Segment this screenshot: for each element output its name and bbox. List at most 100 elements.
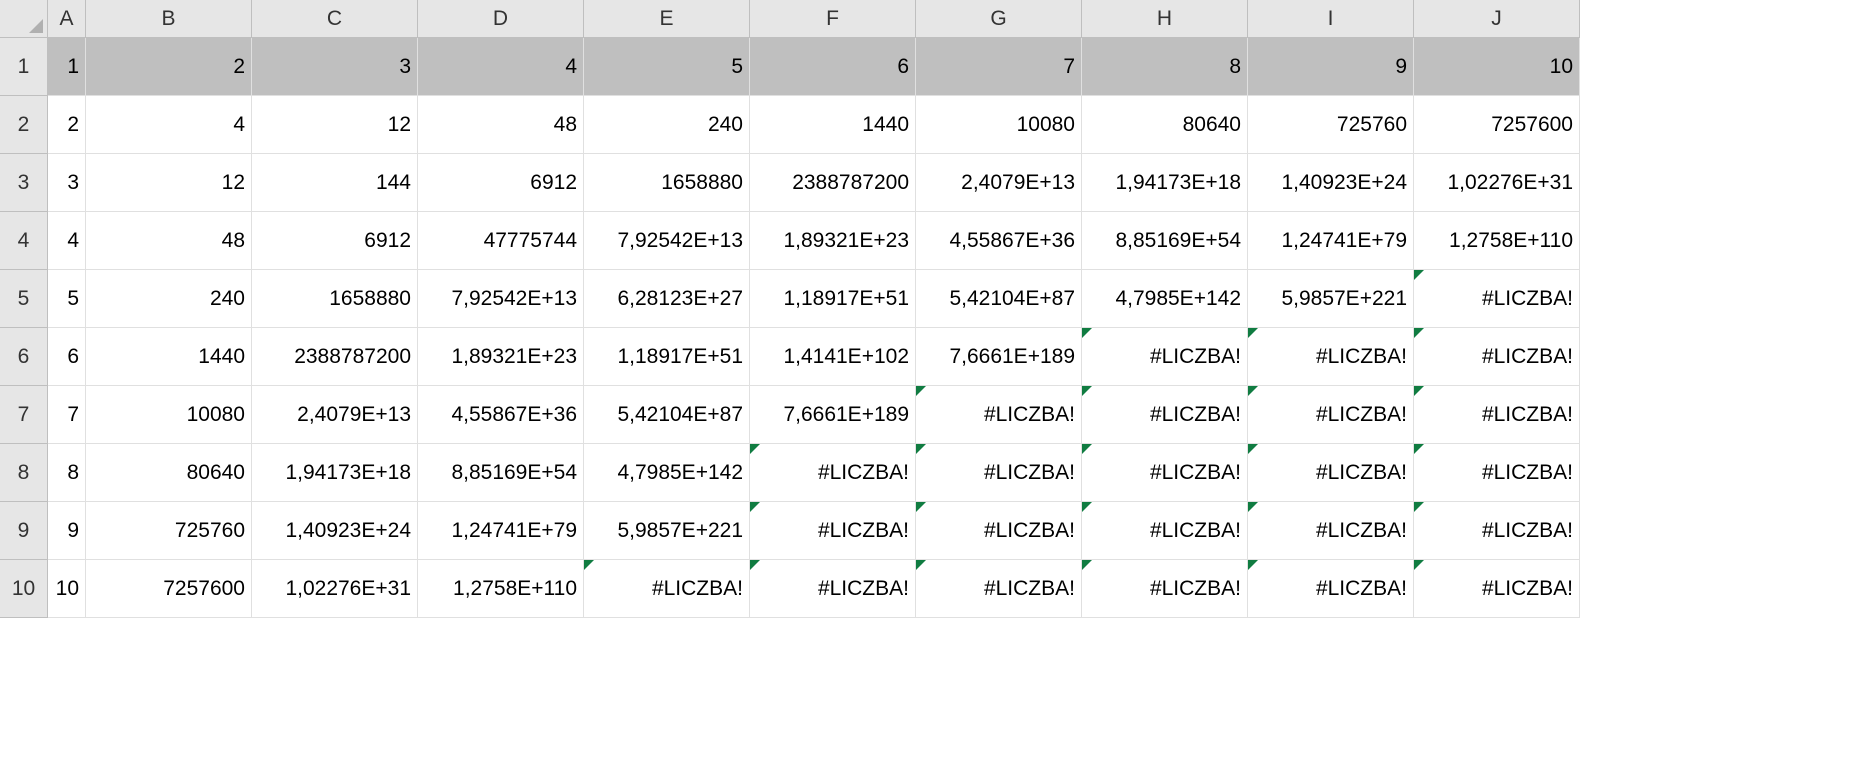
column-header-J[interactable]: J	[1414, 0, 1580, 38]
cell-D7[interactable]: 4,55867E+36	[418, 386, 584, 444]
cell-E2[interactable]: 240	[584, 96, 750, 154]
row-header-10[interactable]: 10	[0, 560, 48, 618]
cell-H10[interactable]: #LICZBA!	[1082, 560, 1248, 618]
cell-B3[interactable]: 12	[86, 154, 252, 212]
cell-E3[interactable]: 1658880	[584, 154, 750, 212]
cell-J1[interactable]: 10	[1414, 38, 1580, 96]
cell-E1[interactable]: 5	[584, 38, 750, 96]
cell-D2[interactable]: 48	[418, 96, 584, 154]
column-header-D[interactable]: D	[418, 0, 584, 38]
cell-F9[interactable]: #LICZBA!	[750, 502, 916, 560]
cell-I8[interactable]: #LICZBA!	[1248, 444, 1414, 502]
cell-H2[interactable]: 80640	[1082, 96, 1248, 154]
row-header-6[interactable]: 6	[0, 328, 48, 386]
cell-F2[interactable]: 1440	[750, 96, 916, 154]
cell-A3[interactable]: 3	[48, 154, 86, 212]
column-header-C[interactable]: C	[252, 0, 418, 38]
row-header-9[interactable]: 9	[0, 502, 48, 560]
row-header-8[interactable]: 8	[0, 444, 48, 502]
row-header-3[interactable]: 3	[0, 154, 48, 212]
cell-J8[interactable]: #LICZBA!	[1414, 444, 1580, 502]
cell-J9[interactable]: #LICZBA!	[1414, 502, 1580, 560]
cell-C9[interactable]: 1,40923E+24	[252, 502, 418, 560]
cell-A6[interactable]: 6	[48, 328, 86, 386]
cell-D6[interactable]: 1,89321E+23	[418, 328, 584, 386]
row-header-5[interactable]: 5	[0, 270, 48, 328]
column-header-A[interactable]: A	[48, 0, 86, 38]
cell-F5[interactable]: 1,18917E+51	[750, 270, 916, 328]
cell-J5[interactable]: #LICZBA!	[1414, 270, 1580, 328]
cell-D10[interactable]: 1,2758E+110	[418, 560, 584, 618]
cell-A9[interactable]: 9	[48, 502, 86, 560]
column-header-G[interactable]: G	[916, 0, 1082, 38]
cell-E5[interactable]: 6,28123E+27	[584, 270, 750, 328]
cell-D3[interactable]: 6912	[418, 154, 584, 212]
cell-A7[interactable]: 7	[48, 386, 86, 444]
cell-G3[interactable]: 2,4079E+13	[916, 154, 1082, 212]
cell-J4[interactable]: 1,2758E+110	[1414, 212, 1580, 270]
cell-D1[interactable]: 4	[418, 38, 584, 96]
cell-A2[interactable]: 2	[48, 96, 86, 154]
cell-G9[interactable]: #LICZBA!	[916, 502, 1082, 560]
select-all-corner[interactable]	[0, 0, 48, 38]
cell-F1[interactable]: 6	[750, 38, 916, 96]
cell-B6[interactable]: 1440	[86, 328, 252, 386]
cell-B1[interactable]: 2	[86, 38, 252, 96]
cell-I5[interactable]: 5,9857E+221	[1248, 270, 1414, 328]
row-header-1[interactable]: 1	[0, 38, 48, 96]
cell-J2[interactable]: 7257600	[1414, 96, 1580, 154]
cell-B9[interactable]: 725760	[86, 502, 252, 560]
cell-D4[interactable]: 47775744	[418, 212, 584, 270]
column-header-F[interactable]: F	[750, 0, 916, 38]
cell-E10[interactable]: #LICZBA!	[584, 560, 750, 618]
cell-I2[interactable]: 725760	[1248, 96, 1414, 154]
cell-B10[interactable]: 7257600	[86, 560, 252, 618]
column-header-E[interactable]: E	[584, 0, 750, 38]
cell-D9[interactable]: 1,24741E+79	[418, 502, 584, 560]
cell-F8[interactable]: #LICZBA!	[750, 444, 916, 502]
cell-H4[interactable]: 8,85169E+54	[1082, 212, 1248, 270]
spreadsheet-grid[interactable]: ABCDEFGHIJ112345678910224124824014401008…	[0, 0, 1876, 618]
cell-G2[interactable]: 10080	[916, 96, 1082, 154]
cell-B2[interactable]: 4	[86, 96, 252, 154]
cell-D5[interactable]: 7,92542E+13	[418, 270, 584, 328]
cell-I7[interactable]: #LICZBA!	[1248, 386, 1414, 444]
cell-J3[interactable]: 1,02276E+31	[1414, 154, 1580, 212]
column-header-I[interactable]: I	[1248, 0, 1414, 38]
cell-F7[interactable]: 7,6661E+189	[750, 386, 916, 444]
cell-F10[interactable]: #LICZBA!	[750, 560, 916, 618]
cell-H9[interactable]: #LICZBA!	[1082, 502, 1248, 560]
column-header-H[interactable]: H	[1082, 0, 1248, 38]
cell-G8[interactable]: #LICZBA!	[916, 444, 1082, 502]
row-header-4[interactable]: 4	[0, 212, 48, 270]
cell-E6[interactable]: 1,18917E+51	[584, 328, 750, 386]
cell-E8[interactable]: 4,7985E+142	[584, 444, 750, 502]
cell-J7[interactable]: #LICZBA!	[1414, 386, 1580, 444]
cell-I10[interactable]: #LICZBA!	[1248, 560, 1414, 618]
cell-B8[interactable]: 80640	[86, 444, 252, 502]
cell-I6[interactable]: #LICZBA!	[1248, 328, 1414, 386]
cell-A8[interactable]: 8	[48, 444, 86, 502]
cell-I3[interactable]: 1,40923E+24	[1248, 154, 1414, 212]
cell-G6[interactable]: 7,6661E+189	[916, 328, 1082, 386]
cell-I4[interactable]: 1,24741E+79	[1248, 212, 1414, 270]
cell-A10[interactable]: 10	[48, 560, 86, 618]
cell-I1[interactable]: 9	[1248, 38, 1414, 96]
cell-B4[interactable]: 48	[86, 212, 252, 270]
cell-H6[interactable]: #LICZBA!	[1082, 328, 1248, 386]
cell-D8[interactable]: 8,85169E+54	[418, 444, 584, 502]
cell-C10[interactable]: 1,02276E+31	[252, 560, 418, 618]
cell-C1[interactable]: 3	[252, 38, 418, 96]
cell-H3[interactable]: 1,94173E+18	[1082, 154, 1248, 212]
cell-E7[interactable]: 5,42104E+87	[584, 386, 750, 444]
cell-C7[interactable]: 2,4079E+13	[252, 386, 418, 444]
cell-H8[interactable]: #LICZBA!	[1082, 444, 1248, 502]
cell-G5[interactable]: 5,42104E+87	[916, 270, 1082, 328]
cell-E9[interactable]: 5,9857E+221	[584, 502, 750, 560]
cell-G4[interactable]: 4,55867E+36	[916, 212, 1082, 270]
column-header-B[interactable]: B	[86, 0, 252, 38]
cell-B5[interactable]: 240	[86, 270, 252, 328]
cell-F4[interactable]: 1,89321E+23	[750, 212, 916, 270]
cell-C2[interactable]: 12	[252, 96, 418, 154]
cell-C4[interactable]: 6912	[252, 212, 418, 270]
